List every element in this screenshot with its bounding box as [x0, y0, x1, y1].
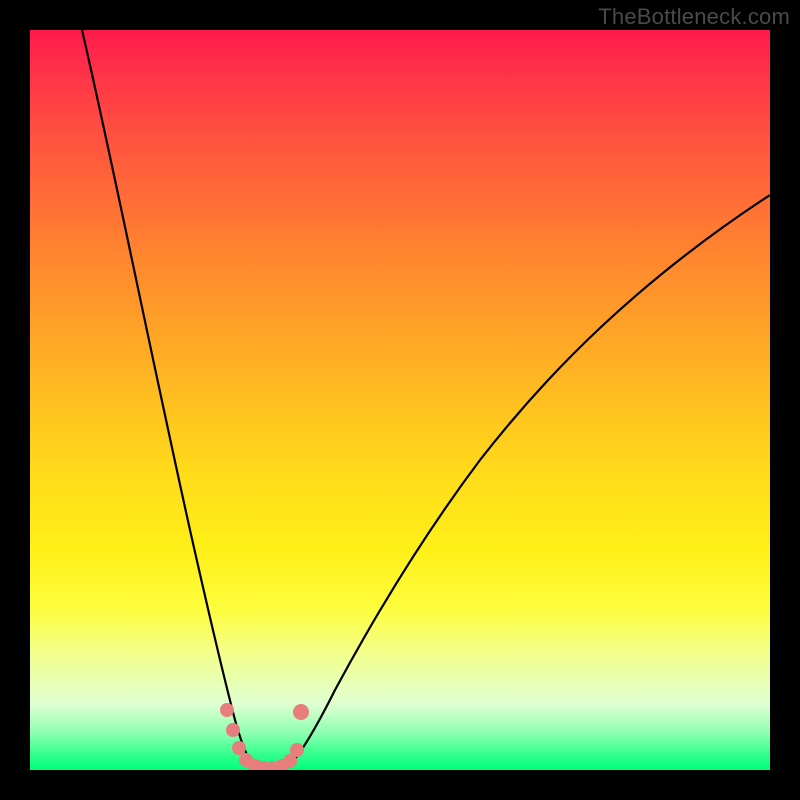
curves-svg: [30, 30, 770, 770]
plot-area: [30, 30, 770, 770]
chart-frame: TheBottleneck.com: [0, 0, 800, 800]
left-curve: [82, 30, 255, 767]
watermark-text: TheBottleneck.com: [598, 4, 790, 30]
right-curve: [288, 195, 770, 767]
